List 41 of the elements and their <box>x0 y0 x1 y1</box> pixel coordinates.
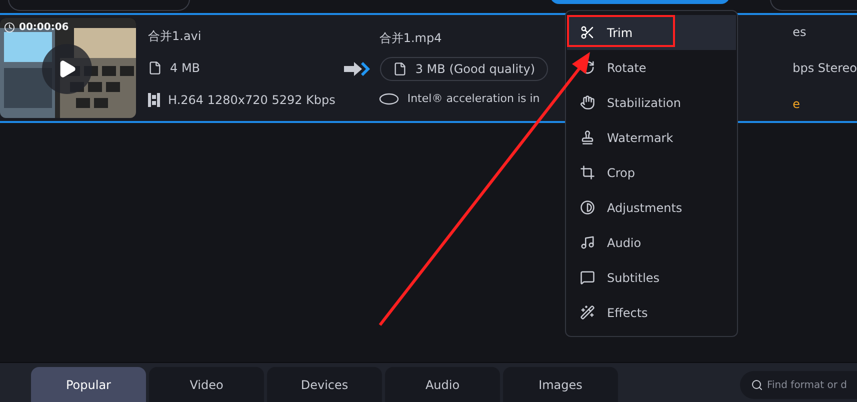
hand-icon <box>580 95 595 110</box>
output-size-field[interactable]: 3 MB (Good quality) <box>380 56 548 81</box>
menu-item[interactable]: Watermark <box>567 120 736 155</box>
video-thumbnail[interactable]: 00:00:06 <box>0 18 136 118</box>
menu-item[interactable]: Subtitles <box>567 260 736 295</box>
format-tab[interactable]: Popular <box>31 367 146 402</box>
format-tab[interactable]: Video <box>149 367 264 402</box>
intel-acceleration-note: Intel® acceleration is in <box>407 90 540 107</box>
clock-icon <box>4 22 15 33</box>
film-icon <box>148 93 160 107</box>
menu-item[interactable]: Rotate <box>567 50 736 85</box>
music-note-icon <box>580 235 595 250</box>
crop-icon <box>580 165 595 180</box>
menu-item[interactable]: Stabilization <box>567 85 736 120</box>
output-file-name: 合并1.mp4 <box>379 30 442 47</box>
contrast-icon <box>580 200 595 215</box>
audio-info: bps Stereo <box>792 60 857 77</box>
menu-item[interactable]: Audio <box>567 225 736 260</box>
menu-item[interactable]: Trim <box>567 15 736 50</box>
menu-item[interactable]: Effects <box>567 295 736 330</box>
format-tab[interactable]: Devices <box>267 367 382 402</box>
source-file-size: 4 MB <box>170 60 200 77</box>
menu-item[interactable]: Adjustments <box>567 190 736 225</box>
source-codec-info: H.264 1280x720 5292 Kbps <box>168 92 336 109</box>
format-tab[interactable]: Audio <box>385 367 500 402</box>
stamp-icon <box>580 130 595 145</box>
warning-text: e <box>792 96 801 113</box>
search-field[interactable]: Find format or d <box>740 371 857 399</box>
menu-item[interactable]: Crop <box>567 155 736 190</box>
scissors-icon <box>580 25 595 40</box>
speech-bubble-icon <box>580 270 595 285</box>
file-icon <box>393 62 408 76</box>
intel-logo-icon <box>379 93 400 105</box>
audio-info: es <box>792 24 808 41</box>
source-file-name: 合并1.avi <box>148 28 202 45</box>
format-tab[interactable]: Images <box>503 367 618 402</box>
double-arrow-icon <box>344 60 372 77</box>
video-duration: 00:00:06 <box>19 22 69 32</box>
magic-wand-icon <box>580 305 595 320</box>
file-icon <box>148 61 162 75</box>
search-icon <box>751 379 763 391</box>
